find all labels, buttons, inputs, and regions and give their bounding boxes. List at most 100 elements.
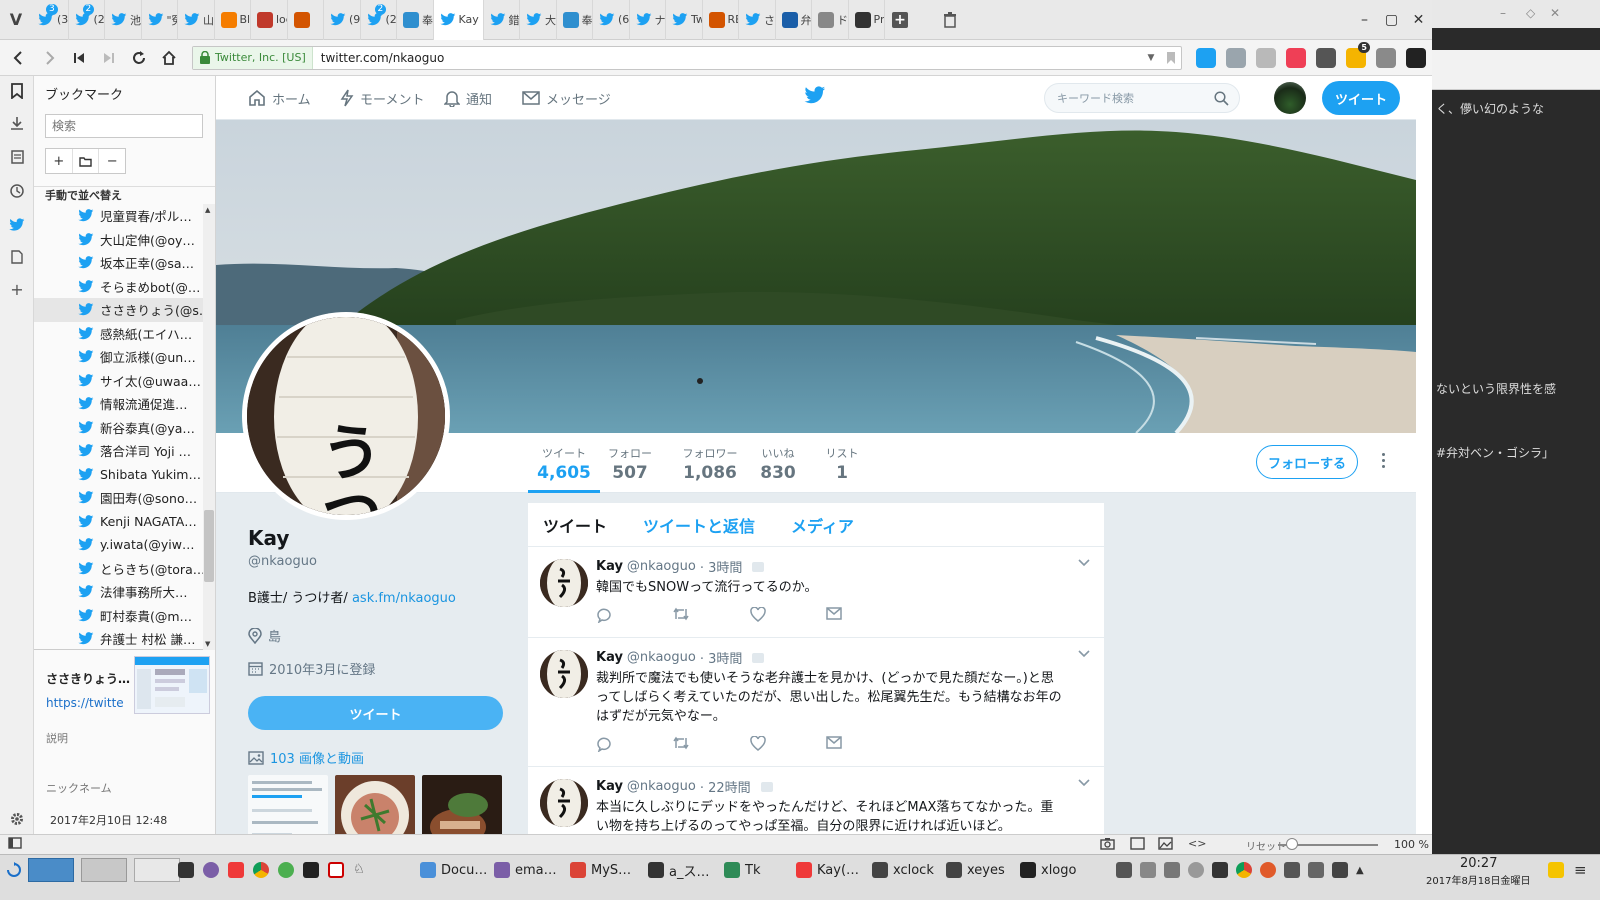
tab[interactable]: 錯 <box>484 0 520 40</box>
tab[interactable]: 2(2) <box>361 0 397 40</box>
menu-button[interactable]: ≡ <box>1574 855 1587 885</box>
translate-icon[interactable] <box>760 781 773 792</box>
reply-icon[interactable] <box>596 736 612 752</box>
clock-date[interactable]: 2017年8月18日金曜日 <box>1426 872 1531 887</box>
tweet[interactable]: Kay @nkaoguo · 3時間 韓国でもSNOWって流行ってるのか。 <box>528 547 1104 638</box>
bookmark-item[interactable]: 大山定伸(@oy… <box>34 228 204 252</box>
settings-button[interactable] <box>8 810 26 828</box>
vivaldi-menu-button[interactable]: V <box>0 0 32 40</box>
tab-active[interactable]: Kay <box>433 0 484 40</box>
tab[interactable]: 3(3) <box>32 0 69 40</box>
timeline-tab[interactable]: ツイートと返信 <box>643 513 755 537</box>
tab[interactable]: "冤 <box>142 0 178 40</box>
maximize-button[interactable]: ▢ <box>1378 0 1405 40</box>
trash-button[interactable] <box>935 0 965 40</box>
detail-url[interactable]: https://twitte <box>46 696 124 710</box>
sort-label[interactable]: 手動で並べ替え <box>34 186 215 204</box>
workspace-3[interactable] <box>134 858 180 882</box>
bookmark-item[interactable]: 園田寿(@sono… <box>34 486 204 510</box>
workspace-2[interactable] <box>81 858 127 882</box>
tray-pen-icon[interactable] <box>1116 862 1132 878</box>
tab[interactable]: 奉 <box>557 0 593 40</box>
reply-icon[interactable] <box>596 607 612 623</box>
tab[interactable] <box>288 0 324 40</box>
photos-videos-link[interactable]: 103 画像と動画 <box>248 748 508 767</box>
tab[interactable]: ドス <box>812 0 849 40</box>
twitter-search-input[interactable]: キーワード検索 <box>1044 83 1240 113</box>
stat-0[interactable]: ツイート 4,605 <box>528 433 600 493</box>
taskbar-item[interactable]: Tk <box>724 855 760 885</box>
retweet-icon[interactable] <box>672 736 690 752</box>
tray-clipboard-icon[interactable] <box>1212 862 1228 878</box>
tweet-author-name[interactable]: Kay <box>596 779 623 794</box>
app-launch-icon[interactable] <box>278 862 294 878</box>
tweet-author-name[interactable]: Kay <box>596 650 623 665</box>
stack-ext-icon[interactable]: 5 <box>1346 41 1370 68</box>
rewind-button[interactable] <box>66 44 92 72</box>
bookmarks-search-input[interactable] <box>45 114 203 138</box>
reload-button[interactable] <box>126 44 152 72</box>
forward-button[interactable] <box>36 44 62 72</box>
site-identity[interactable]: Twitter, Inc. [US] <box>193 46 313 69</box>
toggle-panel-button[interactable] <box>8 837 22 849</box>
bookmark-item[interactable]: Shibata Yukim… <box>34 463 204 487</box>
vivaldi-launch-icon[interactable] <box>228 862 244 878</box>
vivaldi-ext-icon[interactable] <box>1196 47 1216 68</box>
tray-alarm-icon[interactable] <box>1260 862 1276 878</box>
search-icon[interactable] <box>1214 91 1229 106</box>
nav-home[interactable]: ホーム <box>248 76 311 120</box>
zoom-slider-handle[interactable] <box>1286 838 1298 850</box>
bookmark-item[interactable]: Kenji NAGATA… <box>34 510 204 534</box>
minimize-icon[interactable]: – <box>1500 6 1506 20</box>
panel-add-button[interactable]: + <box>8 280 26 299</box>
back-button[interactable] <box>6 44 32 72</box>
tray-chrome-icon[interactable] <box>1236 862 1252 878</box>
tweet-avatar[interactable] <box>540 779 588 827</box>
bookmark-item[interactable]: 落合洋司 Yoji … <box>34 439 204 463</box>
home-button[interactable] <box>156 44 182 72</box>
tab[interactable]: (60 <box>593 0 630 40</box>
profile-handle[interactable]: @nkaoguo <box>248 554 508 569</box>
tab[interactable]: 大 <box>520 0 557 40</box>
tweet-avatar[interactable] <box>540 559 588 607</box>
tab[interactable]: REC <box>703 0 739 40</box>
panel-twitter-button[interactable] <box>8 216 26 234</box>
timeline-tab[interactable]: ツイート <box>543 513 607 537</box>
pocket-icon[interactable] <box>1286 47 1306 68</box>
taskbar-item[interactable]: ema… <box>494 855 557 885</box>
tray-bluetooth-icon[interactable] <box>1284 862 1300 878</box>
bookmark-item[interactable]: 児童買春/ポル… <box>34 204 204 228</box>
stat-1[interactable]: フォロー 507 <box>600 433 660 493</box>
g-ext-icon[interactable] <box>1256 47 1276 68</box>
scrollbar-thumb[interactable] <box>204 510 214 582</box>
stat-2[interactable]: フォロワー 1,086 <box>670 433 750 493</box>
tab[interactable]: 池 <box>105 0 142 40</box>
tweet-author-handle[interactable]: @nkaoguo <box>627 559 696 574</box>
tray-keyboard-icon[interactable] <box>1140 862 1156 878</box>
panel-history-button[interactable] <box>8 182 26 200</box>
url-dropdown-icon[interactable]: ▼ <box>1141 53 1161 63</box>
panel-bookmarks-button[interactable] <box>8 82 26 100</box>
minimize-button[interactable]: – <box>1351 0 1378 40</box>
tab[interactable]: ささ <box>739 0 776 40</box>
add-bookmark-button[interactable]: + <box>46 149 73 173</box>
cat-ext-icon[interactable] <box>1406 47 1426 68</box>
nav-messages[interactable]: メッセージ <box>522 76 611 120</box>
tab[interactable]: ナ <box>630 0 666 40</box>
tweet-author-handle[interactable]: @nkaoguo <box>627 650 696 665</box>
bookmark-item[interactable]: 坂本正幸(@sa… <box>34 251 204 275</box>
bookmark-item[interactable]: 新谷泰真(@ya… <box>34 416 204 440</box>
remove-bookmark-button[interactable]: − <box>99 149 125 173</box>
tweet-time[interactable]: · 3時間 <box>700 648 743 667</box>
tray-keyboard2-icon[interactable] <box>1164 862 1180 878</box>
tab[interactable]: Prir <box>849 0 885 40</box>
tab[interactable]: 山口 <box>178 0 215 40</box>
stat-3[interactable]: いいね 830 <box>748 433 808 493</box>
profile-avatar[interactable]: うつけ <box>242 312 450 520</box>
taskbar-item[interactable]: xeyes <box>946 855 1005 885</box>
url-text[interactable]: twitter.com/nkaoguo <box>313 51 1141 65</box>
tweet-avatar[interactable] <box>540 650 588 698</box>
emacs-launch-icon[interactable] <box>203 862 219 878</box>
taskbar-item[interactable]: xlogo <box>1020 855 1076 885</box>
bookmark-item[interactable]: y.iwata(@yiw… <box>34 533 204 557</box>
